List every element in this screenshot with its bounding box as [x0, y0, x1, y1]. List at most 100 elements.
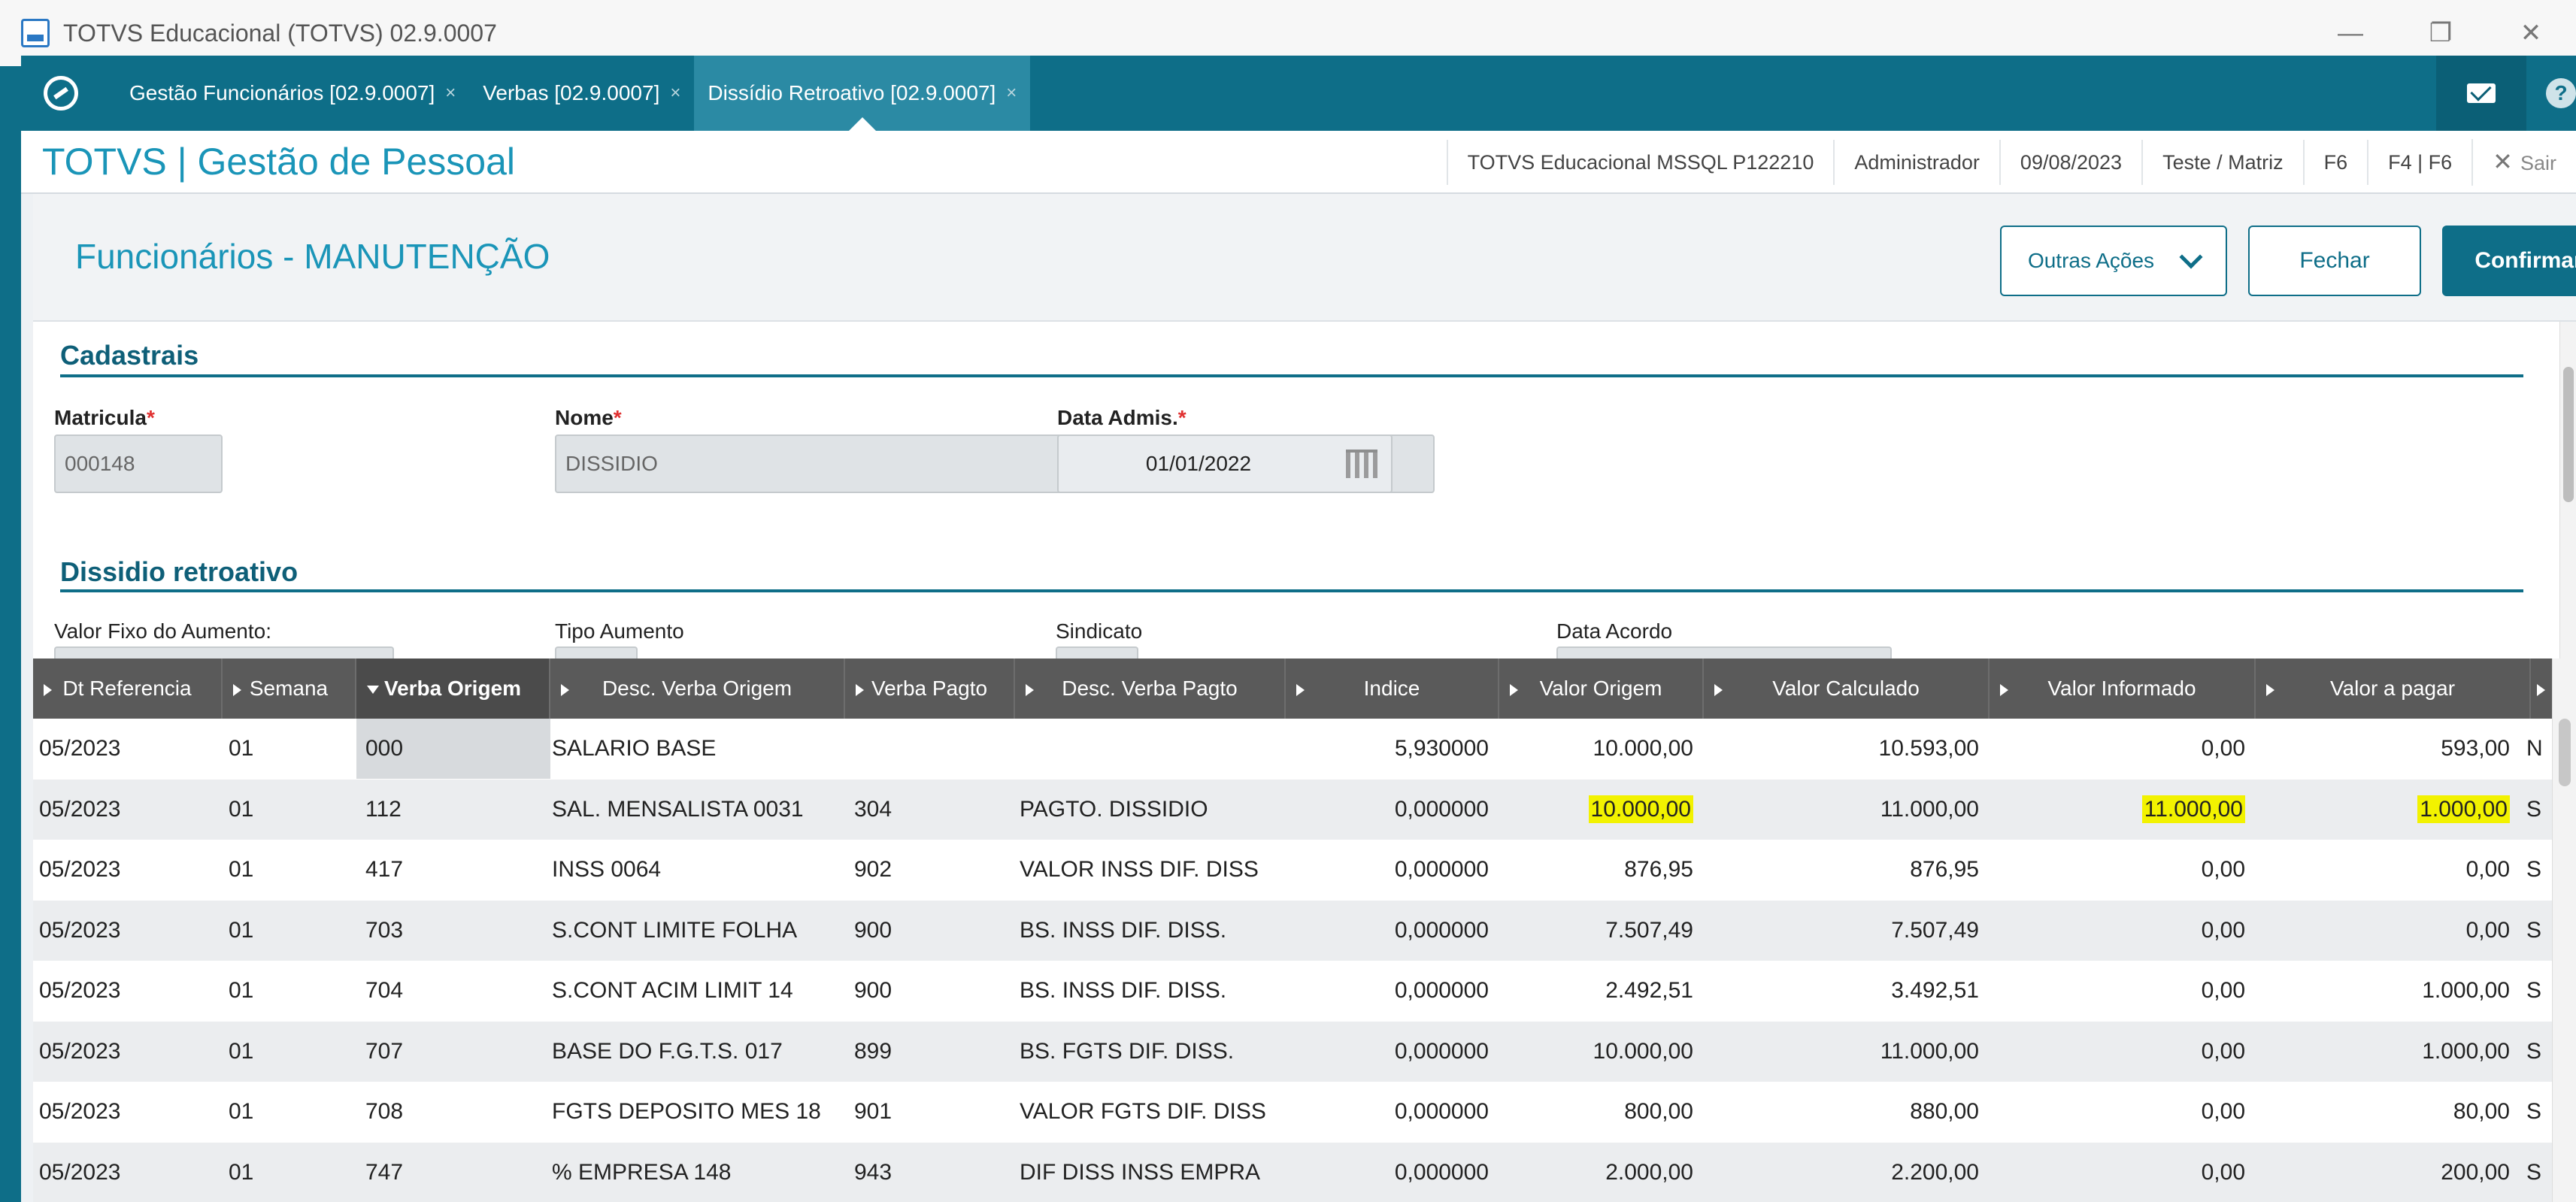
cell-valor-a-pagar[interactable]: 200,00: [2256, 1143, 2516, 1202]
cell-valor-origem[interactable]: 7.507,49: [1499, 901, 1699, 961]
cell-semana[interactable]: 01: [229, 901, 349, 961]
column-header-verba-pagto[interactable]: Verba Pagto: [845, 659, 1015, 719]
column-header-indice[interactable]: Indice: [1286, 659, 1499, 719]
tab-close-icon[interactable]: ×: [670, 83, 680, 104]
cell-indice[interactable]: 0,000000: [1286, 780, 1495, 840]
cell-desc-verba-pagto[interactable]: BS. INSS DIF. DISS.: [1020, 961, 1283, 1021]
grid-scrollbar[interactable]: [2552, 659, 2576, 1202]
column-header-semana[interactable]: Semana: [223, 659, 356, 719]
column-header-verba-origem[interactable]: Verba Origem: [356, 659, 550, 719]
tab-verbas[interactable]: Verbas [02.9.0007] ×: [469, 56, 694, 131]
sair-button[interactable]: ✕ Sair: [2471, 139, 2576, 186]
mail-button[interactable]: [2436, 56, 2526, 131]
cell-indice[interactable]: 0,000000: [1286, 1082, 1495, 1142]
cell-valor-informado[interactable]: 0,00: [1990, 1143, 2251, 1202]
cell-semana[interactable]: 01: [229, 840, 349, 900]
cell-desc-verba-pagto[interactable]: VALOR FGTS DIF. DISS: [1020, 1082, 1283, 1142]
cell-valor-informado[interactable]: 0,00: [1990, 901, 2251, 961]
table-row[interactable]: 05/2023 01 747 % EMPRESA 148 943 DIF DISS INS…: [33, 1142, 2552, 1202]
matricula-field[interactable]: 000148: [54, 434, 223, 493]
cell-flag[interactable]: S: [2526, 1082, 2552, 1142]
cell-indice[interactable]: 0,000000: [1286, 840, 1495, 900]
cell-verba-origem[interactable]: 112: [356, 780, 550, 840]
branch-label[interactable]: Teste / Matriz: [2141, 140, 2303, 185]
totvs-logo-icon[interactable]: [44, 76, 78, 111]
minimize-button[interactable]: —: [2305, 19, 2396, 48]
cell-valor-calculado[interactable]: 2.200,00: [1704, 1143, 1985, 1202]
cell-indice[interactable]: 0,000000: [1286, 961, 1495, 1021]
cell-flag[interactable]: S: [2526, 780, 2552, 840]
cell-desc-verba-origem[interactable]: S.CONT ACIM LIMIT 14: [552, 961, 845, 1021]
cell-indice[interactable]: 0,000000: [1286, 901, 1495, 961]
cell-verba-pagto[interactable]: 902: [854, 840, 1012, 900]
cell-dt-referencia[interactable]: 05/2023: [39, 901, 220, 961]
cell-valor-calculado[interactable]: 880,00: [1704, 1082, 1985, 1142]
cell-valor-origem[interactable]: 10.000,00: [1499, 780, 1699, 840]
data-admis-field[interactable]: 01/01/2022: [1057, 434, 1393, 493]
cell-dt-referencia[interactable]: 05/2023: [39, 780, 220, 840]
calendar-icon[interactable]: [1346, 450, 1377, 478]
table-row[interactable]: 05/2023 01 703 S.CONT LIMITE FOLHA 900 BS. IN…: [33, 900, 2552, 961]
cell-valor-a-pagar[interactable]: 0,00: [2256, 901, 2516, 961]
cell-verba-pagto[interactable]: 304: [854, 780, 1012, 840]
cell-valor-origem[interactable]: 10.000,00: [1499, 1022, 1699, 1082]
table-row[interactable]: 05/2023 01 112 SAL. MENSALISTA 0031 304 PAGTO…: [33, 779, 2552, 840]
cell-dt-referencia[interactable]: 05/2023: [39, 961, 220, 1021]
column-header-desc-verba-origem[interactable]: Desc. Verba Origem: [550, 659, 845, 719]
cell-desc-verba-origem[interactable]: FGTS DEPOSITO MES 18: [552, 1082, 845, 1142]
cell-valor-calculado[interactable]: 11.000,00: [1704, 780, 1985, 840]
cell-verba-pagto[interactable]: [854, 719, 1012, 779]
f6-shortcut[interactable]: F6: [2302, 140, 2368, 185]
cell-dt-referencia[interactable]: 05/2023: [39, 1082, 220, 1142]
column-header-dt-referencia[interactable]: Dt Referencia: [33, 659, 223, 719]
scroll-thumb[interactable]: [2559, 719, 2571, 786]
cell-indice[interactable]: 5,930000: [1286, 719, 1495, 779]
column-header-valor-informado[interactable]: Valor Informado: [1990, 659, 2256, 719]
help-icon[interactable]: ?: [2546, 78, 2576, 108]
cell-semana[interactable]: 01: [229, 1022, 349, 1082]
column-header-more[interactable]: [2531, 659, 2552, 719]
environment-label[interactable]: TOTVS Educacional MSSQL P122210: [1446, 140, 1834, 185]
cell-verba-origem[interactable]: 703: [356, 901, 550, 961]
cell-desc-verba-pagto[interactable]: BS. FGTS DIF. DISS.: [1020, 1022, 1283, 1082]
scroll-thumb[interactable]: [2563, 367, 2574, 502]
table-row[interactable]: 05/2023 01 707 BASE DO F.G.T.S. 017 899 BS. F…: [33, 1021, 2552, 1082]
cell-verba-pagto[interactable]: 899: [854, 1022, 1012, 1082]
cell-valor-a-pagar[interactable]: 80,00: [2256, 1082, 2516, 1142]
cell-valor-a-pagar[interactable]: 1.000,00: [2256, 1022, 2516, 1082]
table-row[interactable]: 05/2023 01 708 FGTS DEPOSITO MES 18 901 VALOR…: [33, 1082, 2552, 1143]
cell-valor-informado[interactable]: 0,00: [1990, 1082, 2251, 1142]
cell-semana[interactable]: 01: [229, 961, 349, 1021]
table-row[interactable]: 05/2023 01 000 SALARIO BASE 5,930000 10.000,0…: [33, 719, 2552, 780]
cell-verba-pagto[interactable]: 943: [854, 1143, 1012, 1202]
cell-verba-origem[interactable]: 707: [356, 1022, 550, 1082]
cell-flag[interactable]: S: [2526, 1143, 2552, 1202]
cell-indice[interactable]: 0,000000: [1286, 1143, 1495, 1202]
cell-semana[interactable]: 01: [229, 1143, 349, 1202]
restore-button[interactable]: ❐: [2396, 18, 2486, 48]
outras-acoes-button[interactable]: Outras Ações: [2000, 226, 2227, 296]
cell-valor-origem[interactable]: 876,95: [1499, 840, 1699, 900]
cell-valor-informado[interactable]: 11.000,00: [1990, 780, 2251, 840]
cell-desc-verba-origem[interactable]: S.CONT LIMITE FOLHA: [552, 901, 845, 961]
cell-valor-origem[interactable]: 10.000,00: [1499, 719, 1699, 779]
cell-dt-referencia[interactable]: 05/2023: [39, 1022, 220, 1082]
tab-close-icon[interactable]: ×: [445, 83, 456, 104]
cell-verba-pagto[interactable]: 900: [854, 901, 1012, 961]
cell-desc-verba-pagto[interactable]: DIF DISS INSS EMPRA: [1020, 1143, 1283, 1202]
table-row[interactable]: 05/2023 01 417 INSS 0064 902 VALOR INSS DIF. …: [33, 840, 2552, 901]
cell-semana[interactable]: 01: [229, 1082, 349, 1142]
cell-valor-origem[interactable]: 2.000,00: [1499, 1143, 1699, 1202]
cell-desc-verba-origem[interactable]: % EMPRESA 148: [552, 1143, 845, 1202]
cell-desc-verba-origem[interactable]: INSS 0064: [552, 840, 845, 900]
column-header-valor-calculado[interactable]: Valor Calculado: [1704, 659, 1990, 719]
cell-valor-calculado[interactable]: 3.492,51: [1704, 961, 1985, 1021]
cell-flag[interactable]: S: [2526, 840, 2552, 900]
cell-semana[interactable]: 01: [229, 719, 349, 779]
tab-dissidio-retroativo[interactable]: Dissídio Retroativo [02.9.0007] ×: [694, 56, 1031, 131]
column-header-valor-origem[interactable]: Valor Origem: [1499, 659, 1704, 719]
cell-valor-calculado[interactable]: 876,95: [1704, 840, 1985, 900]
cell-verba-origem[interactable]: 747: [356, 1143, 550, 1202]
cell-verba-origem[interactable]: 708: [356, 1082, 550, 1142]
close-window-button[interactable]: ✕: [2486, 18, 2576, 48]
